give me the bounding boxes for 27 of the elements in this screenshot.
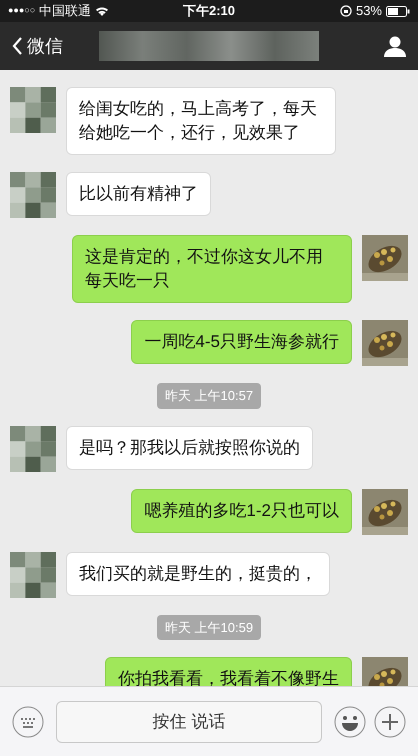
avatar-mosaic	[10, 172, 56, 218]
plus-icon[interactable]	[374, 706, 406, 738]
message-bubble: 是吗？那我以后就按照你说的	[66, 426, 313, 470]
rotation-lock-icon	[340, 5, 352, 17]
message-bubble: 我们买的就是野生的，挺贵的，	[66, 552, 330, 596]
avatar-mosaic	[10, 552, 56, 598]
signal-dots: ●●●○○	[8, 4, 36, 18]
message-bubble: 一周吃4-5只野生海参就行	[131, 320, 352, 364]
carrier: 中国联通	[39, 2, 92, 20]
battery-percent: 53%	[356, 2, 382, 20]
battery-icon	[386, 6, 410, 16]
message-bubble: 嗯养殖的多吃1-2只也可以	[131, 488, 352, 532]
avatar-mosaic	[10, 87, 56, 133]
clock: 下午2:10	[182, 2, 236, 20]
back-chevron-icon	[12, 37, 23, 55]
avatar-mosaic	[10, 426, 56, 472]
message-bubble: 给闺女吃的，马上高考了，每天给她吃一个，还行，见效果了	[66, 87, 336, 155]
timestamp: 昨天 上午10:59	[156, 614, 262, 640]
keyboard-icon[interactable]	[12, 706, 44, 738]
wifi-icon	[95, 6, 110, 16]
message-bubble: 比以前有精神了	[66, 172, 211, 216]
back-button[interactable]: 微信	[12, 32, 92, 60]
timestamp: 昨天 上午10:57	[156, 383, 262, 408]
smiley-icon[interactable]	[334, 706, 366, 738]
hold-to-talk-button[interactable]: 按住 说话	[56, 700, 322, 742]
message-bubble: 这是肯定的，不过你这女儿不用每天吃一只	[72, 235, 352, 303]
person-icon[interactable]	[384, 35, 406, 57]
